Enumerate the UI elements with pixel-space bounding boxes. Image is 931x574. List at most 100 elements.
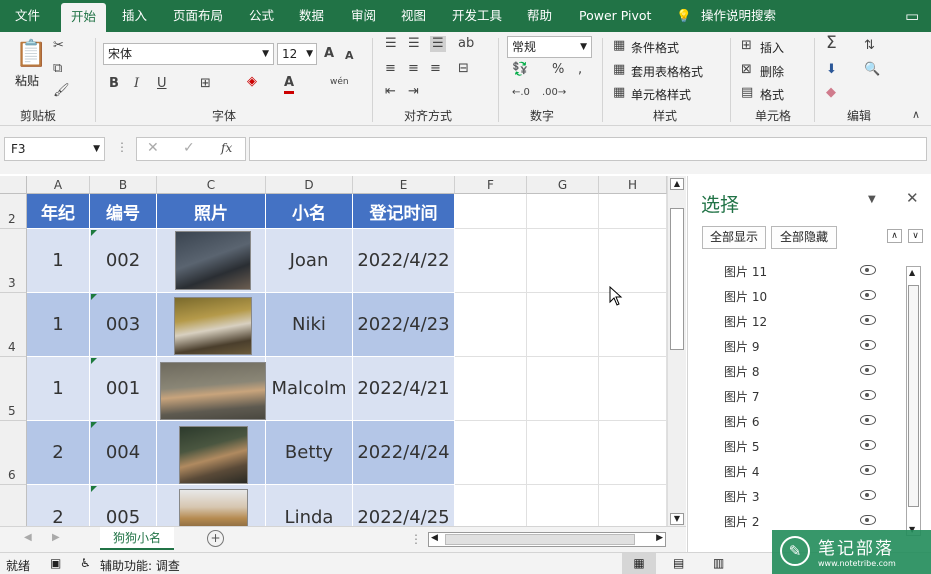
eye-icon[interactable] [860,515,876,525]
indent-decrease-icon[interactable]: ⇤ [385,84,396,100]
table-cell[interactable]: 2022/4/25 [353,485,455,526]
menu-formulas[interactable]: 公式 [249,0,274,32]
empty-cell[interactable] [599,485,667,526]
align-top-icon[interactable]: ☰ [385,36,397,52]
table-cell[interactable]: 002 [90,229,157,293]
scroll-down-icon[interactable]: ▼ [670,513,684,525]
table-cell[interactable]: 2 [27,421,90,485]
empty-cell[interactable] [527,229,599,293]
paste-icon[interactable]: 📋 [15,40,47,68]
column-header[interactable]: E [353,176,455,194]
insert-function-button[interactable]: fx [221,141,232,155]
indent-increase-icon[interactable]: ⇥ [408,84,419,100]
name-box[interactable]: F3 ▼ [4,137,105,161]
accessibility-icon[interactable]: ♿ [80,556,91,570]
eye-icon[interactable] [860,465,876,475]
table-header-cell[interactable]: 登记时间 [353,194,455,229]
dog-photo-linda[interactable] [179,489,248,526]
pane-item[interactable]: 图片 2 [724,513,759,530]
fill-icon[interactable]: ⬇ [826,62,837,78]
align-left-icon[interactable]: ≡ [385,61,396,77]
fill-color-icon[interactable]: ◈ [247,74,257,90]
eye-icon[interactable] [860,440,876,450]
empty-cell[interactable] [599,194,667,229]
menu-home[interactable]: 开始 [61,3,107,32]
eye-icon[interactable] [860,365,876,375]
empty-cell[interactable] [599,229,667,293]
align-right-icon[interactable]: ≡ [430,61,441,77]
pane-item[interactable]: 图片 6 [724,413,759,430]
cut-icon[interactable]: ✂ [53,38,64,54]
menu-data[interactable]: 数据 [299,0,324,32]
table-cell[interactable]: 005 [90,485,157,526]
column-header[interactable]: G [527,176,599,194]
pane-item[interactable]: 图片 3 [724,488,759,505]
macro-icon[interactable]: ▣ [50,556,61,570]
eye-icon[interactable] [860,390,876,400]
page-break-view-icon[interactable]: ▥ [713,556,724,570]
table-header-cell[interactable]: 小名 [266,194,353,229]
empty-cell[interactable] [527,293,599,357]
orientation-icon[interactable]: ab [458,36,474,52]
align-middle-icon[interactable]: ☰ [408,36,420,52]
empty-cell[interactable] [455,357,527,421]
scroll-up-icon[interactable]: ▲ [670,178,684,190]
table-cell[interactable]: Betty [266,421,353,485]
clear-icon[interactable]: ◆ [826,85,836,101]
normal-view-icon[interactable]: ▦ [622,553,656,574]
paste-button[interactable]: 粘贴 [15,72,39,89]
font-size-select[interactable]: 12 ▼ [277,43,317,65]
scroll-left-icon[interactable]: ◀ [431,533,438,543]
table-cell[interactable]: 2022/4/24 [353,421,455,485]
eye-icon[interactable] [860,490,876,500]
scroll-right-icon[interactable]: ▶ [656,533,663,543]
column-header[interactable]: F [455,176,527,194]
empty-cell[interactable] [599,421,667,485]
format-as-table-button[interactable]: 套用表格格式 [631,63,703,80]
pane-item[interactable]: 图片 11 [724,263,767,280]
empty-cell[interactable] [455,194,527,229]
prev-sheet-icon[interactable]: ◀ [24,532,32,543]
menu-developer[interactable]: 开发工具 [452,0,502,32]
pane-item[interactable]: 图片 4 [724,463,759,480]
pane-item[interactable]: 图片 7 [724,388,759,405]
cell-styles-button[interactable]: 单元格样式 [631,86,691,103]
scroll-thumb[interactable] [445,534,635,545]
pane-options-icon[interactable]: ▼ [868,194,876,205]
italic-button[interactable]: I [134,76,139,92]
pane-item[interactable]: 图片 5 [724,438,759,455]
sheet-tab[interactable]: 狗狗小名 [100,527,174,550]
merge-icon[interactable]: ⊟ [458,61,469,77]
align-bottom-icon[interactable]: ☰ [430,36,446,52]
dog-photo-betty[interactable] [179,426,248,484]
accessibility-status[interactable]: 辅助功能: 调查 [100,557,180,574]
empty-cell[interactable] [599,357,667,421]
table-cell[interactable]: 001 [90,357,157,421]
eye-icon[interactable] [860,415,876,425]
row-header[interactable]: 3 [0,229,27,293]
menu-file[interactable]: 文件 [15,0,40,32]
table-cell[interactable]: 2022/4/21 [353,357,455,421]
pane-item[interactable]: 图片 10 [724,288,767,305]
pane-item[interactable]: 图片 12 [724,313,767,330]
menu-tell-me[interactable]: 操作说明搜索 [701,0,776,32]
empty-cell[interactable] [527,485,599,526]
table-cell[interactable]: 004 [90,421,157,485]
table-cell[interactable]: 2 [27,485,90,526]
vertical-scrollbar[interactable]: ▲ ▼ [667,176,686,526]
menu-insert[interactable]: 插入 [122,0,147,32]
align-center-icon[interactable]: ≡ [408,61,419,77]
empty-cell[interactable] [527,357,599,421]
empty-cell[interactable] [455,229,527,293]
move-up-icon[interactable]: ∧ [887,229,902,243]
phonetic-button[interactable]: wén [330,74,349,90]
table-cell[interactable]: Malcolm [266,357,353,421]
pane-item[interactable]: 图片 9 [724,338,759,355]
menu-view[interactable]: 视图 [401,0,426,32]
hide-all-button[interactable]: 全部隐藏 [771,226,837,249]
show-all-button[interactable]: 全部显示 [702,226,766,249]
percent-button[interactable]: % [552,62,564,78]
border-icon[interactable]: ⊞ [200,76,211,92]
menu-review[interactable]: 审阅 [351,0,376,32]
number-format-select[interactable]: 常规 ▼ [507,36,592,58]
